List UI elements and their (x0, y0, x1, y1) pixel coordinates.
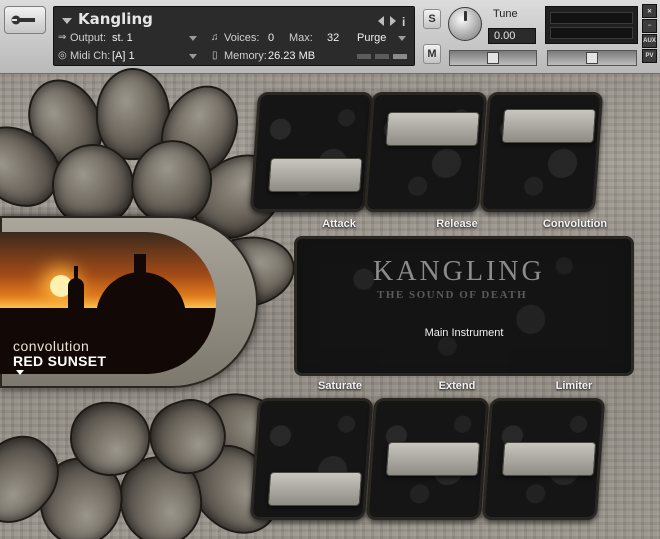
saturate-slider-handle[interactable] (267, 471, 363, 506)
prev-instrument-icon[interactable] (378, 16, 384, 26)
voices-value: 0 (268, 32, 275, 44)
purge-dropdown-icon[interactable] (398, 36, 406, 41)
info-icon[interactable]: i (402, 15, 405, 29)
main-instrument-label[interactable]: Main Instrument (297, 327, 631, 339)
wrench-button[interactable] (4, 6, 46, 34)
max-voices-label: Max: (289, 32, 313, 44)
limiter-slider-handle[interactable] (501, 442, 597, 476)
release-slider-handle[interactable] (385, 111, 480, 146)
minimize-icon[interactable]: − (642, 19, 657, 33)
limiter-label: Limiter (555, 380, 593, 392)
aux-button[interactable]: AUX (642, 34, 657, 48)
stupa-spire (74, 266, 78, 280)
midi-channel-label: Midi Ch: (70, 50, 111, 62)
instrument-header: Kangling i ⇒ Output: st. 1 ♫ Voices: 0 M… (0, 0, 660, 74)
volume-slider-handle[interactable] (586, 52, 598, 64)
kontakt-instrument-window: Kangling i ⇒ Output: st. 1 ♫ Voices: 0 M… (0, 0, 660, 539)
main-instrument-panel[interactable]: KANGLING THE SOUND OF DEATH Main Instrum… (294, 236, 634, 376)
attack-label: Attack (322, 218, 356, 230)
memory-value: 26.23 MB (268, 50, 316, 62)
solo-button[interactable]: S (423, 9, 441, 29)
midi-channel-select[interactable]: [A] 1 (112, 50, 135, 62)
midi-row: ◎ Midi Ch: [A] 1 ▯ Memory: 26.23 MB (54, 48, 414, 65)
convolution-label: Convolution (542, 218, 608, 230)
release-label: Release (436, 218, 478, 230)
max-voices-value[interactable]: 32 (327, 32, 339, 44)
output-label: Output: (70, 32, 107, 44)
output-select[interactable]: st. 1 (112, 32, 133, 44)
purge-button[interactable]: Purge (357, 32, 386, 44)
tune-label: Tune (493, 8, 518, 20)
volume-slider[interactable] (547, 50, 637, 66)
pv-button[interactable]: PV (642, 49, 657, 63)
purge-indicator-1 (357, 54, 371, 59)
next-instrument-icon[interactable] (390, 16, 396, 26)
temple-spire (134, 254, 146, 278)
preset-dropdown-icon[interactable] (16, 370, 24, 375)
slot-attack[interactable] (249, 92, 374, 212)
stupa-silhouette (68, 278, 84, 318)
instrument-name[interactable]: Kangling (78, 10, 153, 28)
purge-indicator-2 (375, 54, 389, 59)
instrument-info-panel: Kangling i ⇒ Output: st. 1 ♫ Voices: 0 M… (53, 6, 415, 66)
midi-icon: ◎ (58, 50, 67, 61)
tune-value[interactable]: 0.00 (488, 28, 536, 44)
pan-slider-handle[interactable] (487, 52, 499, 64)
extend-slider-handle[interactable] (385, 442, 481, 476)
kangling-tagline: THE SOUND OF DEATH (377, 289, 528, 301)
memory-label: Memory: (224, 50, 267, 62)
pan-slider[interactable] (449, 50, 537, 66)
voices-icon: ♫ (211, 32, 219, 43)
preset-name[interactable]: RED SUNSET (13, 353, 106, 369)
tune-knob[interactable] (448, 7, 482, 41)
mute-button[interactable]: M (423, 44, 441, 64)
output-row: ⇒ Output: st. 1 ♫ Voices: 0 Max: 32 Purg… (54, 30, 414, 47)
slot-limiter[interactable] (481, 398, 606, 520)
slot-convolution[interactable] (479, 92, 604, 212)
close-icon[interactable]: ✕ (642, 4, 657, 18)
output-level-meter (545, 6, 638, 44)
slot-saturate[interactable] (249, 398, 374, 520)
wrench-icon (11, 15, 35, 25)
memory-icon: ▯ (212, 50, 218, 61)
preset-category: convolution (13, 338, 90, 354)
slot-extend[interactable] (365, 398, 490, 520)
voices-label: Voices: (224, 32, 260, 44)
slot-release[interactable] (363, 92, 488, 212)
collapse-arrow-icon[interactable] (62, 18, 72, 24)
meter-left-channel (550, 12, 633, 24)
preset-selector[interactable]: convolution RED SUNSET (13, 338, 106, 375)
kangling-logo: KANGLING (373, 256, 545, 287)
attack-slider-handle[interactable] (268, 158, 363, 193)
midi-dropdown-icon[interactable] (189, 54, 197, 59)
saturate-label: Saturate (317, 380, 363, 392)
extend-label: Extend (438, 380, 476, 392)
purge-indicator-3 (393, 54, 407, 59)
meter-right-channel (550, 27, 633, 39)
output-dropdown-icon[interactable] (189, 36, 197, 41)
output-icon: ⇒ (58, 32, 67, 43)
convolution-slider-handle[interactable] (501, 109, 597, 144)
temple-dome (96, 272, 186, 322)
